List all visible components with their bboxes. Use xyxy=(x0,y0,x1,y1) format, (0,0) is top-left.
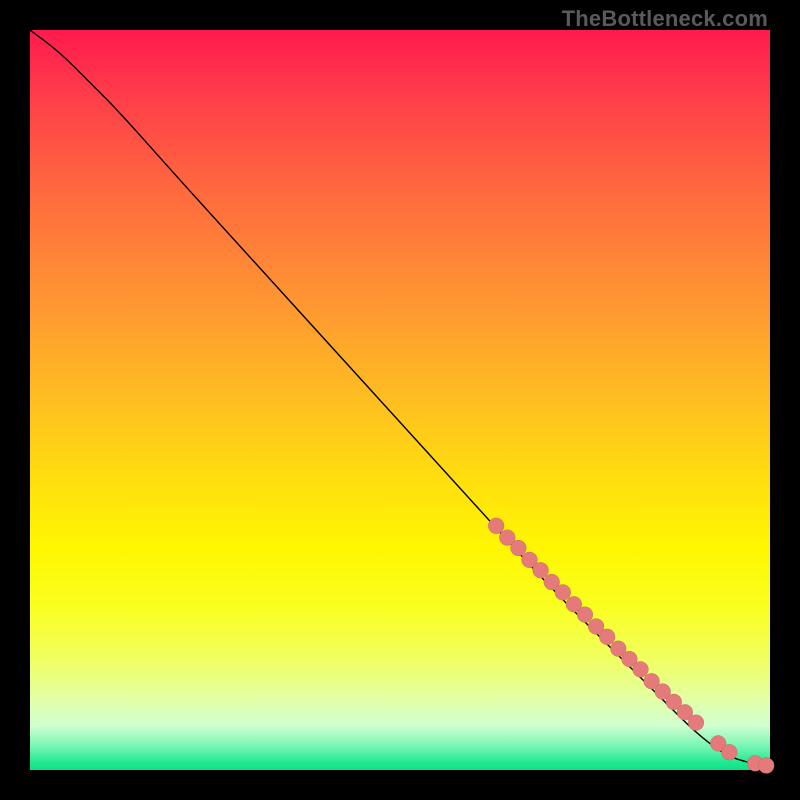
bottleneck-curve xyxy=(30,30,770,766)
plot-area xyxy=(30,30,770,770)
marker-group xyxy=(488,518,774,774)
watermark-text: TheBottleneck.com xyxy=(562,6,768,32)
data-point xyxy=(488,518,504,534)
data-point xyxy=(758,758,774,774)
data-point xyxy=(510,540,526,556)
data-point xyxy=(577,607,593,623)
data-point xyxy=(599,629,615,645)
data-point xyxy=(633,661,649,677)
chart-frame: TheBottleneck.com xyxy=(0,0,800,800)
chart-svg xyxy=(30,30,770,770)
data-point xyxy=(688,715,704,731)
data-point xyxy=(555,584,571,600)
data-point xyxy=(533,562,549,578)
data-point xyxy=(721,744,737,760)
